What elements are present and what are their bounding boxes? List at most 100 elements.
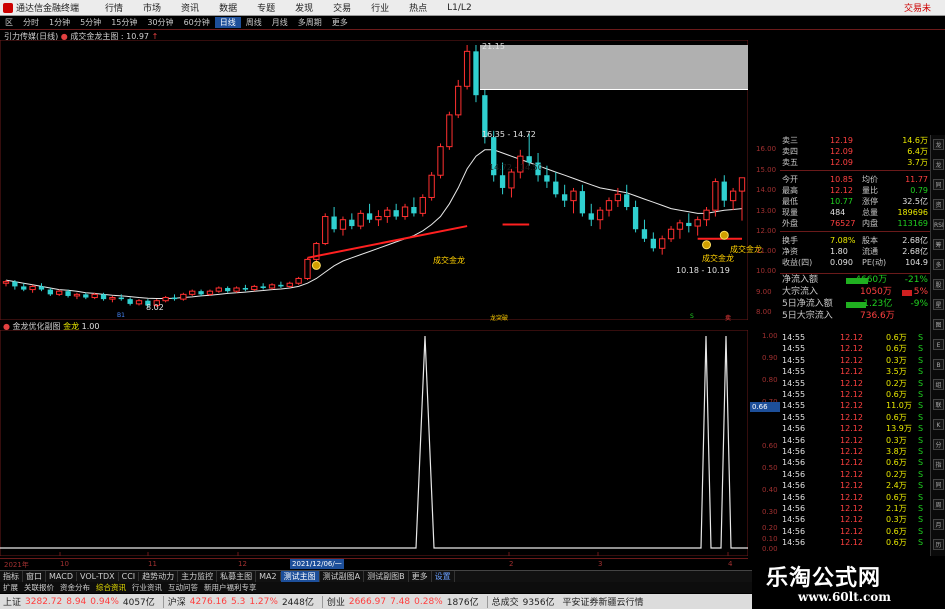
sidebar-tool-button[interactable]: 同 xyxy=(933,179,944,190)
tab-macd[interactable]: MACD xyxy=(46,572,77,581)
tick-price: 12.12 xyxy=(840,355,863,365)
menu-item-trade[interactable]: 交易 xyxy=(323,1,361,14)
tick-price: 12.12 xyxy=(840,390,863,399)
tab-main-monitor[interactable]: 主力监控 xyxy=(178,571,218,582)
sidebar-tool-button[interactable]: 月 xyxy=(933,519,944,530)
sidebar-tool-button[interactable]: B xyxy=(933,359,944,370)
candle-body xyxy=(331,216,337,230)
news-welfare[interactable]: 新用户福利专享 xyxy=(201,582,260,593)
period-multi[interactable]: 多周期 xyxy=(293,17,327,28)
sub-tick-000: 0.00 xyxy=(762,545,778,553)
menu-item-quote[interactable]: 行情 xyxy=(95,1,133,14)
period-daily[interactable]: 日线 xyxy=(214,17,241,28)
candle-body xyxy=(561,194,568,201)
candle-body xyxy=(268,284,276,289)
tab-private-main[interactable]: 私募主图 xyxy=(217,571,257,582)
period-weekly[interactable]: 周线 xyxy=(241,17,267,28)
period-intraday[interactable]: 分时 xyxy=(18,17,44,28)
quote-separator xyxy=(780,170,930,171)
tick-volume: 0.6万 xyxy=(886,526,907,536)
sidebar-tool-button[interactable]: 筹 xyxy=(933,239,944,250)
period-15min[interactable]: 15分钟 xyxy=(106,17,142,28)
period-more[interactable]: 更多 xyxy=(327,17,353,28)
tick-list[interactable]: 14:55 12.12 0.6万 S 14:55 12.12 0.6万 S 14:55 12.12… xyxy=(782,330,928,555)
tick-side: S xyxy=(918,401,924,411)
news-funds[interactable]: 资金分布 xyxy=(57,582,93,593)
sidebar-tool-button[interactable]: 历 xyxy=(933,539,944,550)
sidebar-tool-button[interactable]: 指 xyxy=(933,459,944,470)
tab-test-sub-a[interactable]: 测试副图A xyxy=(320,571,365,582)
menu-item-level[interactable]: L1/L2 xyxy=(437,3,482,13)
menu-item-industry[interactable]: 行业 xyxy=(361,1,399,14)
tick-row: 14:55 12.12 3.5万 S xyxy=(782,366,928,377)
sidebar-tool-button[interactable]: E xyxy=(933,339,944,350)
menu-item-data[interactable]: 数据 xyxy=(209,1,247,14)
index-name-sh[interactable]: 上证 xyxy=(3,595,21,608)
sidebar-tool-button[interactable]: 同 xyxy=(933,479,944,490)
index-name-cy[interactable]: 创业 xyxy=(327,595,345,608)
sub-value-axis: 1.00 0.90 0.80 0.70 0.60 0.50 0.40 0.30 … xyxy=(762,330,782,556)
sidebar-tool-button[interactable]: 星 xyxy=(933,299,944,310)
sidebar-tool-button[interactable]: RSI xyxy=(933,219,944,230)
tab-trend[interactable]: 趋势动力 xyxy=(139,571,179,582)
tick-row: 14:55 12.12 0.6万 S xyxy=(782,412,928,423)
sidebar-tool-button[interactable]: 图 xyxy=(933,319,944,330)
tick-time: 14:56 xyxy=(782,504,806,513)
candle-body xyxy=(215,287,222,292)
news-qa[interactable]: 互动问答 xyxy=(165,582,201,593)
news-related[interactable]: 关联报价 xyxy=(21,582,57,593)
news-industry[interactable]: 行业资讯 xyxy=(129,582,165,593)
menu-item-news[interactable]: 资讯 xyxy=(171,1,209,14)
tick-price: 12.12 xyxy=(840,344,863,354)
tab-settings[interactable]: 设置 xyxy=(432,571,455,582)
tab-window[interactable]: 窗口 xyxy=(23,571,46,582)
tab-cci[interactable]: CCI xyxy=(119,572,140,581)
tab-test-sub-b[interactable]: 测试副图B xyxy=(364,571,409,582)
menu-item-hotspot[interactable]: 热点 xyxy=(399,1,437,14)
sidebar-tool-button[interactable]: 联 xyxy=(933,399,944,410)
tab-indicator[interactable]: 指标 xyxy=(0,571,23,582)
menu-item-topic[interactable]: 专题 xyxy=(247,1,285,14)
period-toggle[interactable]: 区 xyxy=(0,17,18,28)
news-expand[interactable]: 扩展 xyxy=(0,582,21,593)
sidebar-tool-button[interactable]: 多 xyxy=(933,259,944,270)
sidebar-tool-button[interactable]: 龙 xyxy=(933,159,944,170)
period-30min[interactable]: 30分钟 xyxy=(142,17,178,28)
menu-item-market[interactable]: 市场 xyxy=(133,1,171,14)
candle-body xyxy=(100,294,107,300)
trade-status-label[interactable]: 交易未 xyxy=(904,1,931,14)
stat-value: 10.77 xyxy=(830,197,853,206)
flow-value: 1050万 xyxy=(860,287,892,297)
stat-value: 32.5亿 xyxy=(902,197,928,206)
candle-body xyxy=(721,181,727,201)
sidebar-tool-button[interactable]: 组 xyxy=(933,379,944,390)
news-composite[interactable]: 综合资讯 xyxy=(93,582,129,593)
sidebar-tool-button[interactable]: 股 xyxy=(933,279,944,290)
sub-grid xyxy=(0,330,748,556)
sidebar-tool-button[interactable]: 龙 xyxy=(933,139,944,150)
tab-test-main[interactable]: 测试主图 xyxy=(280,571,320,582)
period-60min[interactable]: 60分钟 xyxy=(179,17,215,28)
period-5min[interactable]: 5分钟 xyxy=(75,17,106,28)
sidebar-tool-button[interactable]: 周 xyxy=(933,499,944,510)
period-monthly[interactable]: 月线 xyxy=(267,17,293,28)
broker-name[interactable]: 平安证券新疆云行情 xyxy=(563,595,644,608)
tab-vol[interactable]: VOL-TDX xyxy=(77,572,119,581)
menu-item-discover[interactable]: 发现 xyxy=(285,1,323,14)
main-kline-chart[interactable] xyxy=(0,40,748,320)
tab-ma2[interactable]: MA2 xyxy=(256,572,281,581)
tab-more[interactable]: 更多 xyxy=(409,571,432,582)
tick-volume: 2.1万 xyxy=(886,504,907,513)
candle-body xyxy=(91,293,98,299)
date-axis: 2021年 10 11 12 2021/12/06/一 2 3 4 xyxy=(0,558,748,569)
candle-body xyxy=(12,281,18,287)
tick-time: 14:56 xyxy=(782,481,806,491)
period-1min[interactable]: 1分钟 xyxy=(44,17,75,28)
index-name-hs[interactable]: 沪深 xyxy=(168,595,186,608)
signal-line xyxy=(0,335,748,549)
sidebar-tool-button[interactable]: 资 xyxy=(933,199,944,210)
candle-body xyxy=(295,277,302,284)
sidebar-tool-button[interactable]: 分 xyxy=(933,439,944,450)
sub-indicator-chart[interactable] xyxy=(0,330,748,556)
sidebar-tool-button[interactable]: K xyxy=(933,419,944,430)
